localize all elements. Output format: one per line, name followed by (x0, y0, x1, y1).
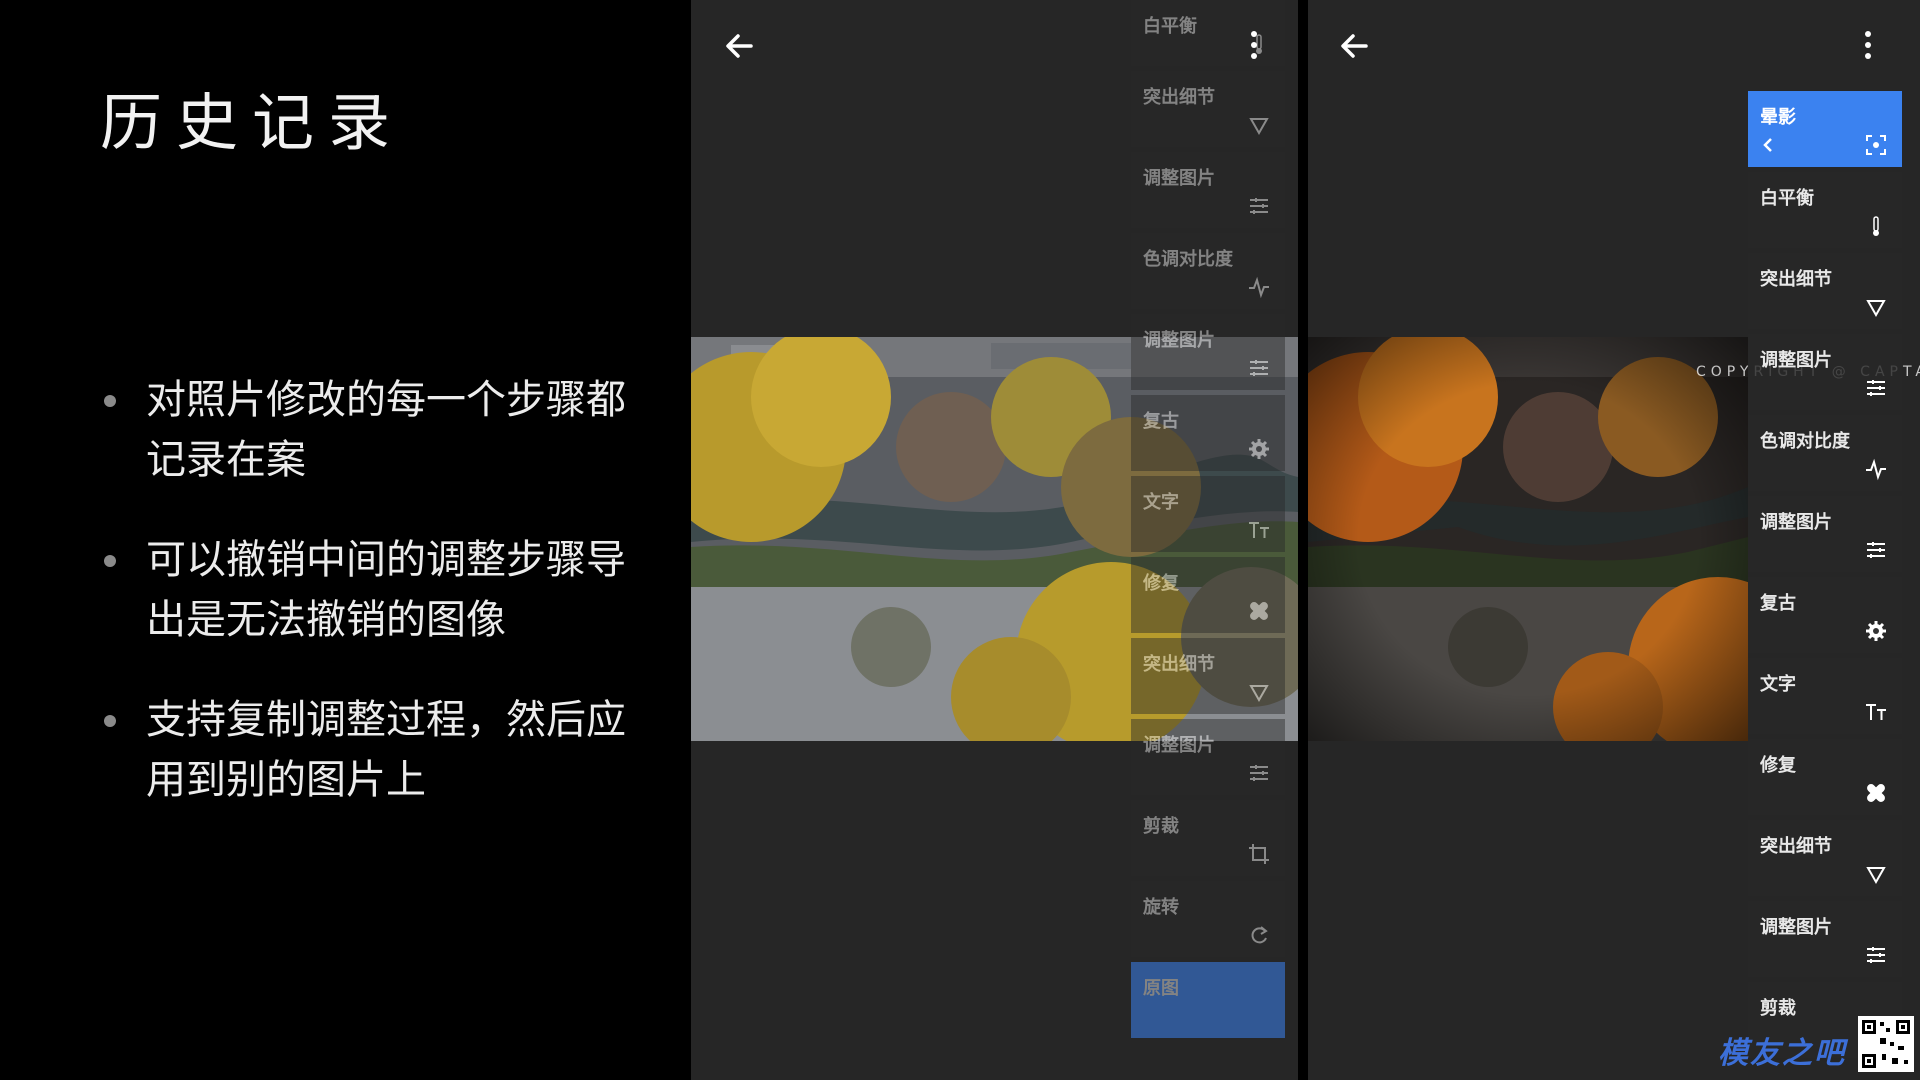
history-item-label: 剪裁 (1760, 998, 1796, 1019)
pulse-icon (1249, 276, 1269, 299)
bullet-text: 可以撤销中间的调整步骤导出是无法撤销的图像 (146, 537, 626, 643)
history-item-label: 原图 (1143, 978, 1179, 999)
history-item-label: 晕影 (1760, 107, 1796, 128)
overflow-menu-icon[interactable] (1858, 26, 1878, 66)
photo-preview-edited (1308, 337, 1748, 741)
history-item-text[interactable]: 文字 (1131, 476, 1285, 552)
history-item-label: 复古 (1760, 593, 1796, 614)
chevron-left-icon[interactable] (1760, 133, 1776, 157)
slide-title: 历史记录 (100, 86, 405, 159)
history-item-tonal-contrast[interactable]: 色调对比度 (1131, 233, 1285, 309)
history-item-tune[interactable]: 调整图片 (1748, 334, 1902, 410)
rotate-icon (1251, 926, 1268, 944)
history-item-label: 修复 (1760, 755, 1796, 776)
history-item-detail[interactable]: 突出细节 (1748, 253, 1902, 329)
history-item-detail[interactable]: 突出细节 (1131, 638, 1285, 714)
sliders-icon (1867, 947, 1885, 963)
crop-icon (1249, 844, 1269, 864)
overflow-menu-icon[interactable] (1244, 26, 1264, 66)
history-item-label: 突出细节 (1760, 836, 1832, 857)
vignette-icon (1866, 135, 1886, 155)
history-item-healing[interactable]: 修复 (1748, 739, 1902, 815)
history-item-label: 剪裁 (1143, 816, 1179, 837)
gear-icon (1866, 621, 1886, 641)
history-item-tune[interactable]: 调整图片 (1131, 314, 1285, 390)
qr-code-image (1858, 1016, 1914, 1072)
bullet-item: 支持复制调整过程，然后应用到别的图片上 (100, 690, 640, 810)
phone-screen-after: COPYRIGHT @ CAPTAIN 晕影 白平衡 突出细节 调整图片 色调对… (1308, 0, 1920, 1080)
history-item-label: 复古 (1143, 411, 1179, 432)
triangle-down-icon (1249, 685, 1269, 703)
history-item-crop[interactable]: 剪裁 (1131, 800, 1285, 876)
history-item-label: 调整图片 (1760, 350, 1832, 371)
history-item-tune[interactable]: 调整图片 (1131, 719, 1285, 795)
history-item-tune[interactable]: 调整图片 (1748, 496, 1902, 572)
back-arrow-icon[interactable] (717, 24, 761, 68)
history-item-detail[interactable]: 突出细节 (1748, 820, 1902, 896)
history-item-detail[interactable]: 突出细节 (1131, 71, 1285, 147)
history-item-label: 调整图片 (1143, 168, 1215, 189)
triangle-down-icon (1866, 300, 1886, 318)
history-item-rotate[interactable]: 旋转 (1131, 881, 1285, 957)
history-item-label: 色调对比度 (1760, 431, 1850, 452)
bullet-list: 对照片修改的每一个步骤都记录在案 可以撤销中间的调整步骤导出是无法撤销的图像 支… (100, 370, 640, 850)
back-arrow-icon[interactable] (1332, 24, 1376, 68)
history-item-vintage[interactable]: 复古 (1748, 577, 1902, 653)
text-icon (1249, 522, 1269, 538)
history-item-label: 旋转 (1143, 897, 1179, 918)
bandage-icon (1867, 784, 1885, 802)
phone-screen-before: 白平衡 突出细节 调整图片 色调对比度 调整图片 复古 文字 修复 突出细节 调… (691, 0, 1298, 1080)
history-item-tonal-contrast[interactable]: 色调对比度 (1748, 415, 1902, 491)
history-item-label: 调整图片 (1143, 330, 1215, 351)
bullet-item: 可以撤销中间的调整步骤导出是无法撤销的图像 (100, 530, 640, 650)
sliders-icon (1867, 380, 1885, 396)
history-item-text[interactable]: 文字 (1748, 658, 1902, 734)
bandage-icon (1250, 602, 1268, 620)
history-item-label: 色调对比度 (1143, 249, 1233, 270)
history-item-label: 文字 (1143, 492, 1179, 513)
history-item-tune[interactable]: 调整图片 (1748, 901, 1902, 977)
bullet-dot (104, 715, 116, 727)
history-item-vintage[interactable]: 复古 (1131, 395, 1285, 471)
site-watermark-logo: 模友之吧 (1718, 1036, 1846, 1071)
thermometer-icon (1873, 216, 1879, 236)
triangle-down-icon (1249, 118, 1269, 136)
history-item-white-balance[interactable]: 白平衡 (1748, 172, 1902, 248)
bullet-dot (104, 555, 116, 567)
history-item-label: 调整图片 (1143, 735, 1215, 756)
bullet-item: 对照片修改的每一个步骤都记录在案 (100, 370, 640, 490)
history-list-after: 晕影 白平衡 突出细节 调整图片 色调对比度 调整图片 复古 文字 修复 突出细… (1748, 91, 1902, 1063)
triangle-down-icon (1866, 867, 1886, 885)
history-item-label: 调整图片 (1760, 512, 1832, 533)
aerial-photo-image (1308, 337, 1748, 741)
bullet-text: 支持复制调整过程，然后应用到别的图片上 (146, 697, 626, 803)
history-item-label: 白平衡 (1760, 188, 1814, 209)
history-list-before: 白平衡 突出细节 调整图片 色调对比度 调整图片 复古 文字 修复 突出细节 调… (1131, 0, 1285, 1043)
history-item-label: 调整图片 (1760, 917, 1832, 938)
history-item-tune[interactable]: 调整图片 (1131, 152, 1285, 228)
bullet-dot (104, 395, 116, 407)
bullet-text: 对照片修改的每一个步骤都记录在案 (146, 377, 626, 483)
sliders-icon (1250, 198, 1268, 214)
gear-icon (1249, 439, 1269, 459)
history-item-label: 修复 (1143, 573, 1179, 594)
history-item-label: 白平衡 (1143, 16, 1197, 37)
sliders-icon (1250, 765, 1268, 781)
pulse-icon (1866, 458, 1886, 481)
history-item-label: 文字 (1760, 674, 1796, 695)
sliders-icon (1250, 360, 1268, 376)
sliders-icon (1867, 542, 1885, 558)
history-item-original[interactable]: 原图 (1131, 962, 1285, 1038)
history-item-label: 突出细节 (1143, 654, 1215, 675)
history-item-label: 突出细节 (1760, 269, 1832, 290)
text-icon (1866, 704, 1886, 720)
history-item-vignette[interactable]: 晕影 (1748, 91, 1902, 167)
history-item-label: 突出细节 (1143, 87, 1215, 108)
history-item-healing[interactable]: 修复 (1131, 557, 1285, 633)
